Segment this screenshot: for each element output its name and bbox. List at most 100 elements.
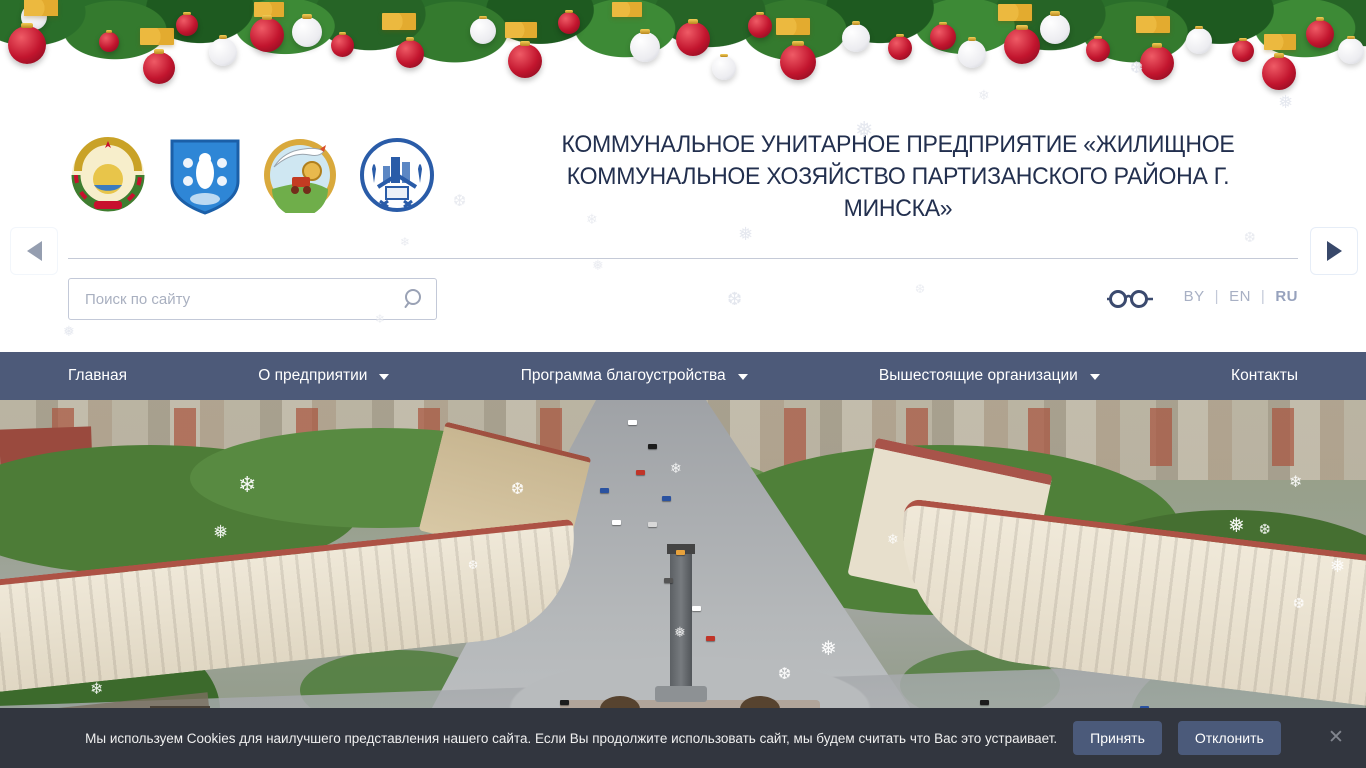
nav-label: Контакты bbox=[1231, 367, 1298, 384]
red-bauble-ornament bbox=[8, 22, 46, 64]
snowflake-icon: ❆ bbox=[727, 289, 743, 310]
car bbox=[628, 420, 637, 425]
lang-ru[interactable]: RU bbox=[1275, 288, 1298, 305]
city-layer bbox=[670, 550, 692, 690]
bow-ornament bbox=[505, 22, 537, 38]
nav-label: О предприятии bbox=[258, 367, 368, 384]
red-bauble-ornament bbox=[396, 37, 424, 68]
nav-label: Вышестоящие организации bbox=[878, 367, 1078, 384]
nav-label: Главная bbox=[68, 367, 127, 384]
chevron-down-icon bbox=[1089, 374, 1100, 380]
lang-separator: | bbox=[1260, 288, 1266, 305]
zhkh-partizansky-logo bbox=[360, 138, 434, 212]
white-bauble-ornament bbox=[209, 35, 237, 66]
nav-item-about[interactable]: О предприятии bbox=[258, 367, 390, 385]
bow-ornament bbox=[254, 2, 284, 17]
fir-branches bbox=[0, 0, 1366, 115]
bow-ornament bbox=[776, 18, 810, 35]
cookie-message: Мы используем Cookies для наилучшего пре… bbox=[85, 730, 1058, 746]
snowflake-icon: ❅ bbox=[1278, 92, 1294, 113]
bow-ornament bbox=[612, 2, 642, 17]
nav-item-improvement-program[interactable]: Программа благоустройства bbox=[521, 367, 748, 385]
belarus-coat-of-arms bbox=[71, 137, 145, 212]
red-bauble-ornament bbox=[1140, 42, 1174, 80]
car bbox=[664, 578, 673, 583]
close-icon[interactable]: ✕ bbox=[1324, 726, 1348, 750]
slider-next-button[interactable] bbox=[1310, 227, 1358, 275]
white-bauble-ornament bbox=[958, 37, 986, 68]
snowflake-icon: ❆ bbox=[453, 191, 467, 210]
red-bauble-ornament bbox=[676, 18, 710, 56]
red-bauble-ornament bbox=[250, 14, 284, 52]
red-bauble-ornament bbox=[780, 40, 816, 80]
cookie-banner: Мы используем Cookies для наилучшего пре… bbox=[0, 708, 1366, 768]
snowflake-icon: ❅ bbox=[592, 258, 604, 274]
nav-item-home[interactable]: Главная bbox=[68, 367, 127, 385]
white-bauble-ornament bbox=[842, 21, 870, 52]
lang-en[interactable]: EN bbox=[1229, 288, 1251, 305]
bow-ornament bbox=[1264, 34, 1296, 50]
car bbox=[676, 550, 685, 555]
snowflake-icon: ❄ bbox=[400, 235, 411, 249]
site-search bbox=[68, 278, 437, 320]
nav-label: Программа благоустройства bbox=[520, 367, 726, 384]
chevron-down-icon bbox=[379, 374, 390, 380]
white-bauble-ornament bbox=[292, 14, 322, 47]
cookie-decline-button[interactable]: Отклонить bbox=[1177, 721, 1281, 755]
red-bauble-ornament bbox=[1004, 24, 1040, 64]
snowflake-icon: ❆ bbox=[1130, 58, 1144, 77]
language-switcher: BY | EN | RU bbox=[1184, 288, 1298, 305]
bow-ornament bbox=[1136, 16, 1170, 33]
chevron-left-icon bbox=[26, 241, 42, 261]
red-bauble-ornament bbox=[1232, 38, 1254, 62]
slider-prev-button[interactable] bbox=[10, 227, 58, 275]
bow-ornament bbox=[140, 28, 174, 45]
white-bauble-ornament bbox=[1186, 25, 1212, 54]
red-bauble-ornament bbox=[508, 40, 542, 78]
nav-item-parent-organizations[interactable]: Вышестоящие организации bbox=[879, 367, 1100, 385]
page: КОММУНАЛЬНОЕ УНИТАРНОЕ ПРЕДПРИЯТИЕ «ЖИЛИ… bbox=[0, 0, 1366, 768]
city-layer bbox=[655, 686, 707, 702]
red-bauble-ornament bbox=[99, 30, 119, 52]
snowflake-icon: ❅ bbox=[738, 224, 754, 245]
red-bauble-ornament bbox=[1086, 35, 1110, 62]
cookie-accept-button[interactable]: Принять bbox=[1073, 721, 1162, 755]
car bbox=[612, 520, 621, 525]
red-bauble-ornament bbox=[1306, 17, 1334, 48]
white-bauble-ornament bbox=[630, 29, 660, 62]
search-input[interactable] bbox=[69, 279, 436, 319]
red-bauble-ornament bbox=[331, 31, 354, 57]
car bbox=[662, 496, 671, 501]
car bbox=[692, 606, 701, 611]
lang-separator: | bbox=[1214, 288, 1220, 305]
lang-by[interactable]: BY bbox=[1184, 288, 1205, 305]
header-divider bbox=[68, 258, 1298, 259]
bow-ornament bbox=[24, 0, 58, 16]
red-bauble-ornament bbox=[748, 11, 772, 38]
minsk-coat-of-arms bbox=[170, 139, 240, 215]
chevron-down-icon bbox=[737, 374, 748, 380]
white-bauble-ornament bbox=[712, 53, 736, 80]
car bbox=[600, 488, 609, 493]
white-bauble-ornament bbox=[470, 15, 496, 44]
glasses-icon[interactable] bbox=[1106, 288, 1154, 310]
partizansky-district-emblem bbox=[264, 139, 336, 213]
bow-ornament bbox=[382, 13, 416, 30]
car bbox=[636, 470, 645, 475]
red-bauble-ornament bbox=[888, 33, 912, 60]
red-bauble-ornament bbox=[930, 21, 956, 50]
car bbox=[706, 636, 715, 641]
search-icon[interactable] bbox=[400, 286, 428, 314]
red-bauble-ornament bbox=[143, 49, 175, 84]
red-bauble-ornament bbox=[558, 10, 580, 34]
car bbox=[648, 444, 657, 449]
car bbox=[648, 522, 657, 527]
snowflake-icon: ❅ bbox=[63, 324, 75, 340]
car bbox=[560, 700, 569, 705]
white-bauble-ornament bbox=[21, 1, 47, 30]
page-title: КОММУНАЛЬНОЕ УНИТАРНОЕ ПРЕДПРИЯТИЕ «ЖИЛИ… bbox=[561, 131, 1235, 222]
bow-ornament bbox=[998, 4, 1032, 21]
red-bauble-ornament bbox=[176, 12, 198, 36]
white-bauble-ornament bbox=[1338, 35, 1364, 64]
nav-item-contacts[interactable]: Контакты bbox=[1231, 367, 1298, 385]
